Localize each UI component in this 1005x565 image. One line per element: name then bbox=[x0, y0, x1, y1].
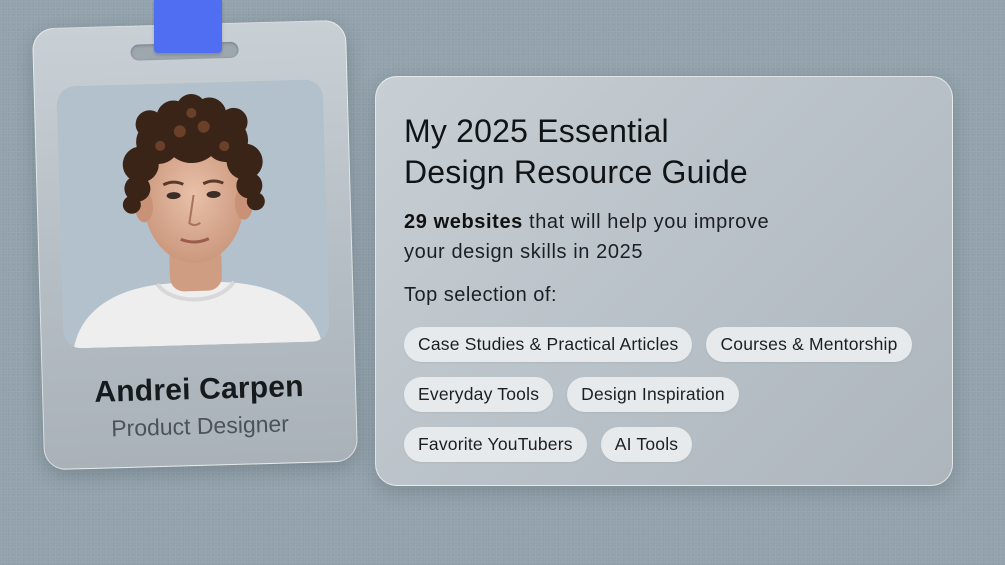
guide-card: My 2025 Essential Design Resource Guide … bbox=[375, 76, 953, 486]
avatar bbox=[56, 79, 330, 349]
chip-design-inspiration[interactable]: Design Inspiration bbox=[567, 377, 739, 412]
guide-subtitle: 29 websites that will help you improve y… bbox=[404, 207, 844, 267]
subtitle-text-2: your design skills in 2025 bbox=[404, 241, 644, 263]
page-title: My 2025 Essential Design Resource Guide bbox=[404, 111, 844, 193]
chip-everyday-tools[interactable]: Everyday Tools bbox=[404, 377, 554, 412]
chip-youtubers[interactable]: Favorite YouTubers bbox=[404, 427, 587, 462]
chip-case-studies[interactable]: Case Studies & Practical Articles bbox=[404, 327, 693, 362]
category-chips: Case Studies & Practical Articles Course… bbox=[404, 327, 944, 477]
chip-row: Everyday Tools Design Inspiration bbox=[404, 377, 944, 412]
subtitle-highlight: 29 websites bbox=[404, 211, 523, 233]
badge-name: Andrei Carpen bbox=[93, 370, 305, 409]
lanyard-strap bbox=[154, 0, 222, 53]
title-line-2: Design Resource Guide bbox=[404, 154, 748, 190]
selection-label: Top selection of: bbox=[404, 284, 558, 306]
chip-courses[interactable]: Courses & Mentorship bbox=[706, 327, 912, 362]
subtitle-text-1: that will help you improve bbox=[522, 211, 770, 233]
id-badge: Andrei Carpen Product Designer bbox=[31, 19, 359, 471]
title-line-1: My 2025 Essential bbox=[404, 113, 669, 149]
chip-ai-tools[interactable]: AI Tools bbox=[600, 427, 693, 462]
badge-role: Product Designer bbox=[110, 410, 290, 442]
portrait-photo bbox=[56, 79, 330, 349]
chip-row: Case Studies & Practical Articles Course… bbox=[404, 327, 944, 362]
chip-row: Favorite YouTubers AI Tools bbox=[404, 427, 944, 462]
